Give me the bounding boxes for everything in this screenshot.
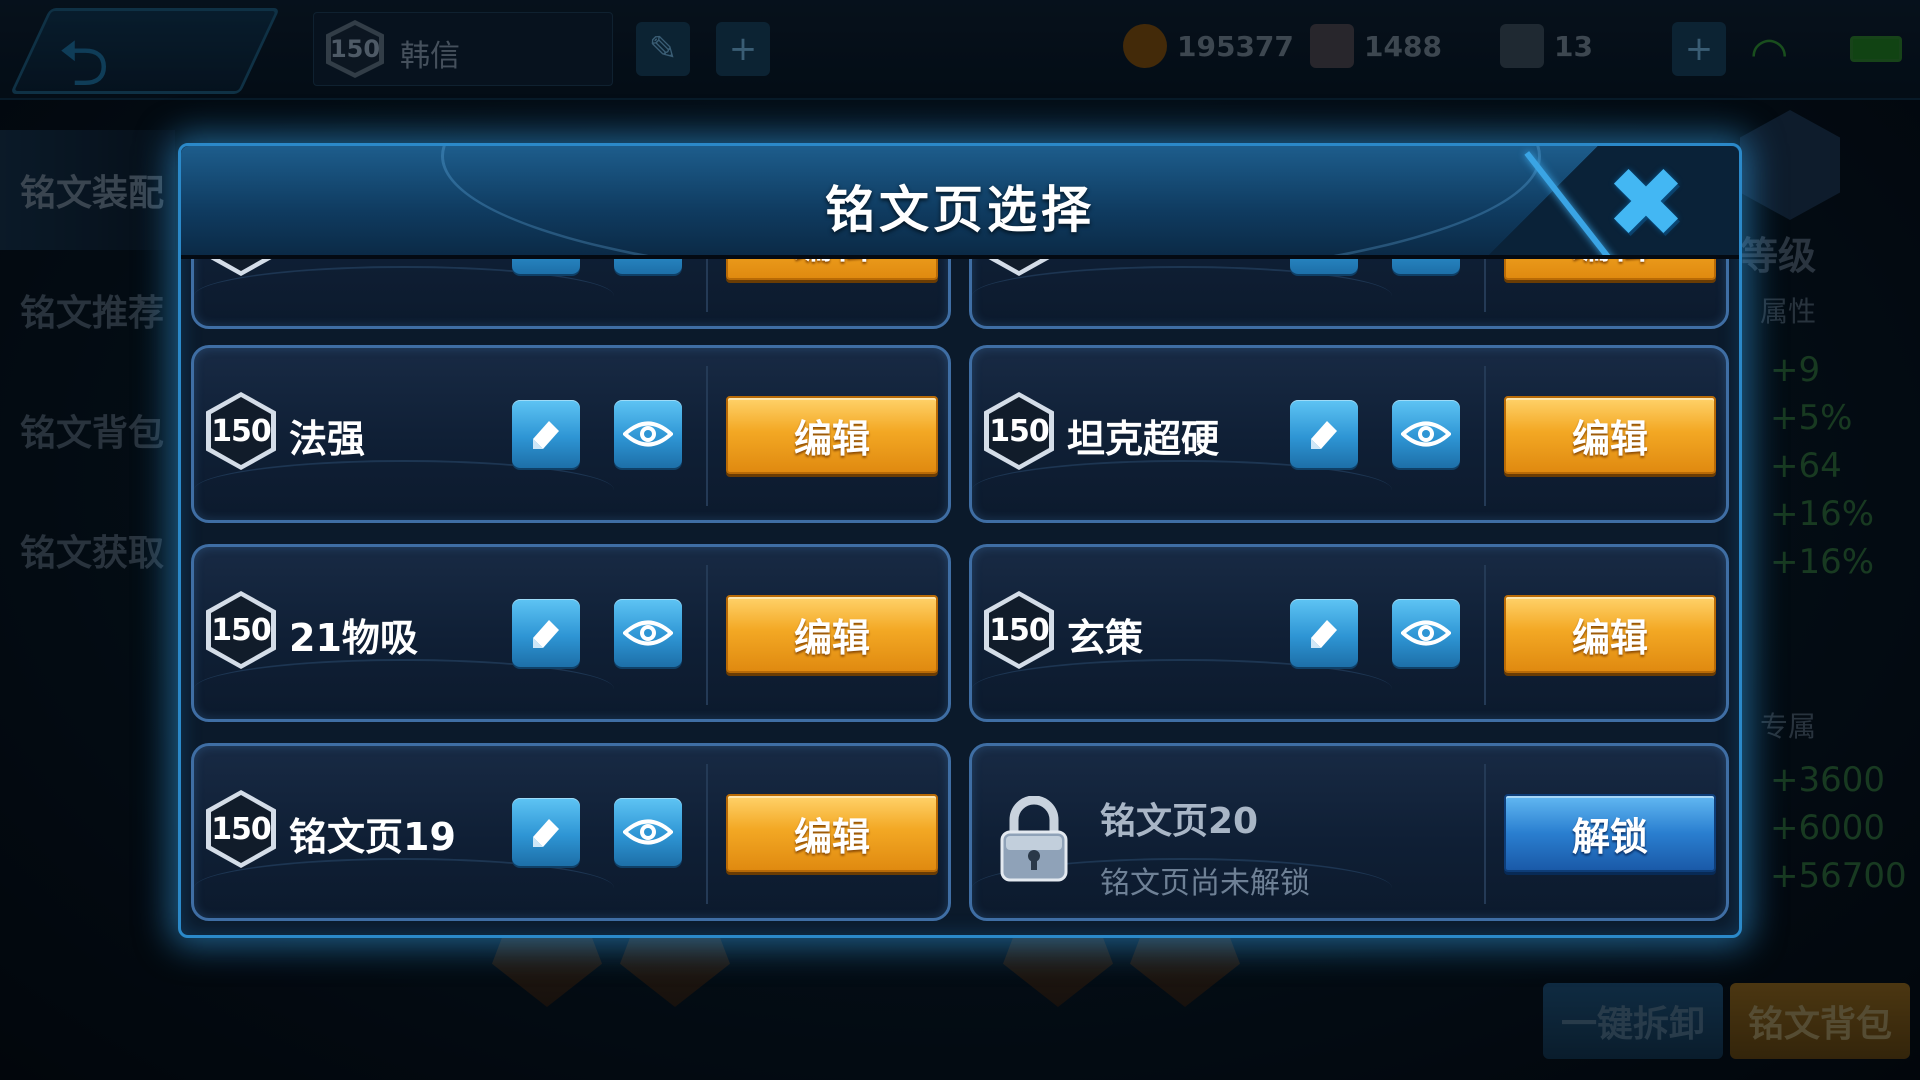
- preview-button[interactable]: [614, 400, 682, 468]
- preview-button[interactable]: [614, 599, 682, 667]
- level-badge: 150: [206, 591, 276, 669]
- pencil-icon: [533, 819, 559, 847]
- rename-button[interactable]: [512, 599, 580, 667]
- eye-icon: [1401, 620, 1451, 646]
- unlock-button[interactable]: 解锁: [1504, 794, 1716, 872]
- edit-button[interactable]: 编辑: [726, 396, 938, 474]
- rune-page-name: 铭文页19: [289, 815, 456, 859]
- rune-page-card[interactable]: 150 玄策 编辑: [969, 544, 1729, 722]
- eye-icon: [623, 620, 673, 646]
- preview-button[interactable]: [614, 798, 682, 866]
- edit-button[interactable]: 编辑: [726, 595, 938, 673]
- rune-page-card[interactable]: 150 编辑: [191, 259, 951, 329]
- rune-page-list[interactable]: 150 编辑 150 编辑 15: [191, 259, 1729, 929]
- eye-icon: [623, 421, 673, 447]
- rename-button[interactable]: [512, 798, 580, 866]
- rune-page-name: 玄策: [1067, 616, 1144, 660]
- rune-page-card[interactable]: 150 编辑: [969, 259, 1729, 329]
- rename-button[interactable]: [1290, 400, 1358, 468]
- rename-button[interactable]: [1290, 259, 1358, 274]
- rune-page-card[interactable]: 150 铭文页19 编辑: [191, 743, 951, 921]
- level-badge: 150: [984, 591, 1054, 669]
- pencil-icon: [533, 421, 559, 449]
- locked-rune-page-card[interactable]: 铭文页20 铭文页尚未解锁 解锁: [969, 743, 1729, 921]
- rename-button[interactable]: [1290, 599, 1358, 667]
- eye-icon: [623, 819, 673, 845]
- pencil-icon: [1311, 620, 1337, 648]
- rune-page-name: 铭文页20: [1100, 801, 1259, 842]
- preview-button[interactable]: [614, 259, 682, 274]
- eye-icon: [1401, 421, 1451, 447]
- preview-button[interactable]: [1392, 259, 1460, 274]
- rune-page-card[interactable]: 150 坦克超硬 编辑: [969, 345, 1729, 523]
- pencil-icon: [1303, 259, 1345, 261]
- pencil-icon: [525, 259, 567, 261]
- pencil-icon: [1311, 421, 1337, 449]
- rune-page-name: 21物吸: [289, 616, 418, 660]
- level-badge: 150: [206, 392, 276, 470]
- edit-button[interactable]: 编辑: [726, 794, 938, 872]
- rune-page-card[interactable]: 150 法强 编辑: [191, 345, 951, 523]
- edit-button[interactable]: 编辑: [1504, 396, 1716, 474]
- locked-status: 铭文页尚未解锁: [1100, 866, 1310, 901]
- rune-page-name: 坦克超硬: [1067, 417, 1220, 461]
- rune-page-select-dialog: 铭文页选择 ✖ 150 编辑 150: [178, 143, 1742, 938]
- dialog-header: 铭文页选择 ✖: [181, 146, 1739, 259]
- dialog-title: 铭文页选择: [825, 181, 1095, 239]
- edit-button[interactable]: 编辑: [1504, 595, 1716, 673]
- close-button[interactable]: ✖: [1601, 147, 1691, 259]
- level-badge: 150: [206, 790, 276, 868]
- rune-page-name: 法强: [289, 417, 366, 461]
- rune-page-card[interactable]: 150 21物吸 编辑: [191, 544, 951, 722]
- rename-button[interactable]: [512, 400, 580, 468]
- lock-icon: [1000, 796, 1068, 882]
- edit-button[interactable]: 编辑: [726, 259, 938, 280]
- level-badge: 150: [984, 392, 1054, 470]
- preview-button[interactable]: [1392, 400, 1460, 468]
- preview-button[interactable]: [1392, 599, 1460, 667]
- edit-button[interactable]: 编辑: [1504, 259, 1716, 280]
- pencil-icon: [533, 620, 559, 648]
- rename-button[interactable]: [512, 259, 580, 274]
- close-icon: ✖: [1605, 147, 1687, 259]
